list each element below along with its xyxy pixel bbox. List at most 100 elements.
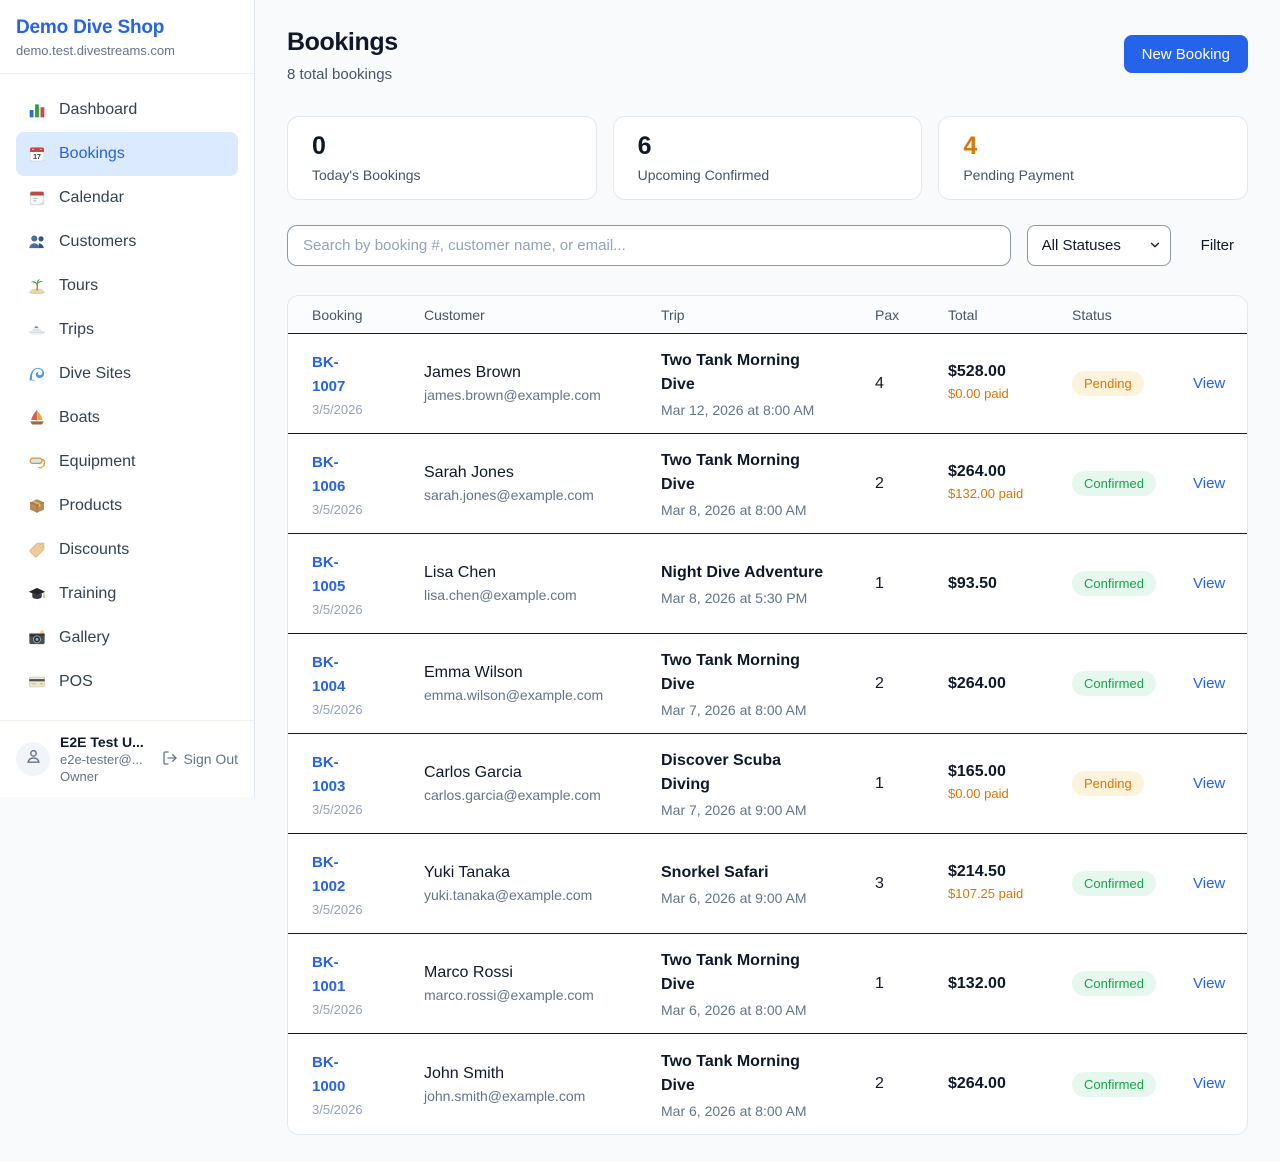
column-header-pax: Pax (875, 307, 948, 323)
table-body: BK-1007 3/5/2026 James Brown james.brown… (288, 334, 1247, 1134)
view-cell: View (1193, 1075, 1225, 1093)
status-badge: Confirmed (1072, 871, 1156, 896)
customer-cell: Lisa Chen lisa.chen@example.com (424, 564, 661, 603)
view-cell: View (1193, 475, 1225, 493)
sidebar-item-bookings[interactable]: 17 Bookings (16, 132, 238, 176)
sidebar-item-discounts[interactable]: Discounts (16, 528, 238, 572)
sidebar-nav: Dashboard 17 Bookings Calendar Customers… (0, 74, 254, 720)
trip-name: Two Tank Morning Dive (661, 649, 829, 697)
total-amount: $165.00 (948, 763, 1072, 781)
page-title: Bookings (287, 28, 398, 57)
trip-cell: Two Tank Morning Dive Mar 6, 2026 at 8:0… (661, 949, 875, 1018)
status-filter-select[interactable]: All Statuses (1027, 225, 1171, 266)
booking-id-link[interactable]: BK-1003 (312, 751, 366, 799)
camera-flash-icon (28, 629, 46, 647)
sidebar-item-equipment[interactable]: Equipment (16, 440, 238, 484)
total-cell: $264.00 (948, 675, 1072, 693)
calendar-date-icon: 17 (28, 145, 46, 163)
sidebar-item-label: Dive Sites (59, 362, 131, 386)
booking-date: 3/5/2026 (312, 602, 424, 617)
trip-datetime: Mar 7, 2026 at 8:00 AM (661, 702, 875, 718)
sailboat-icon (28, 409, 46, 427)
sidebar-item-boats[interactable]: Boats (16, 396, 238, 440)
view-link[interactable]: View (1193, 475, 1225, 492)
booking-id-link[interactable]: BK-1006 (312, 451, 366, 499)
table-row: BK-1001 3/5/2026 Marco Rossi marco.rossi… (288, 934, 1247, 1034)
user-info: E2E Test U... e2e-tester@... Owner (60, 734, 152, 784)
view-cell: View (1193, 575, 1225, 593)
sidebar-item-label: POS (59, 670, 93, 694)
pax-count: 1 (875, 975, 948, 993)
sidebar-item-pos[interactable]: POS (16, 660, 238, 704)
booking-date: 3/5/2026 (312, 502, 424, 517)
dive-mask-icon (28, 453, 46, 471)
trip-name: Two Tank Morning Dive (661, 949, 829, 997)
sidebar-item-products[interactable]: Products (16, 484, 238, 528)
tag-icon (28, 541, 46, 559)
customer-email: emma.wilson@example.com (424, 687, 661, 703)
total-cell: $132.00 (948, 975, 1072, 993)
booking-date: 3/5/2026 (312, 1102, 424, 1117)
sidebar-user-footer: E2E Test U... e2e-tester@... Owner Sign … (0, 720, 254, 797)
booking-id-link[interactable]: BK-1004 (312, 651, 366, 699)
pax-count: 2 (875, 1075, 948, 1093)
status-badge: Pending (1072, 371, 1144, 396)
sign-out-label: Sign Out (184, 751, 238, 767)
trip-cell: Discover Scuba Diving Mar 7, 2026 at 9:0… (661, 749, 875, 818)
sidebar-item-customers[interactable]: Customers (16, 220, 238, 264)
paid-amount: $0.00 paid (948, 785, 1028, 804)
booking-id-link[interactable]: BK-1007 (312, 351, 366, 399)
customer-cell: Carlos Garcia carlos.garcia@example.com (424, 764, 661, 803)
sidebar-item-label: Equipment (59, 450, 136, 474)
sidebar-item-tours[interactable]: Tours (16, 264, 238, 308)
stat-value: 6 (638, 133, 898, 161)
customer-email: carlos.garcia@example.com (424, 787, 661, 803)
sidebar-item-label: Trips (59, 318, 94, 342)
view-link[interactable]: View (1193, 575, 1225, 592)
trip-name: Two Tank Morning Dive (661, 1050, 829, 1098)
trip-datetime: Mar 6, 2026 at 8:00 AM (661, 1103, 875, 1119)
view-link[interactable]: View (1193, 375, 1225, 392)
view-link[interactable]: View (1193, 975, 1225, 992)
booking-id-link[interactable]: BK-1002 (312, 851, 366, 899)
view-link[interactable]: View (1193, 775, 1225, 792)
booking-id-link[interactable]: BK-1001 (312, 951, 366, 999)
search-input[interactable] (287, 225, 1011, 266)
view-link[interactable]: View (1193, 875, 1225, 892)
sidebar-item-dashboard[interactable]: Dashboard (16, 88, 238, 132)
sign-out-button[interactable]: Sign Out (162, 750, 238, 769)
pax-count: 2 (875, 475, 948, 493)
stat-card-todays-bookings: 0 Today's Bookings (287, 116, 597, 200)
sidebar-item-trips[interactable]: Trips (16, 308, 238, 352)
sidebar-item-training[interactable]: Training (16, 572, 238, 616)
user-icon (24, 747, 43, 771)
booking-cell: BK-1005 3/5/2026 (312, 551, 424, 617)
customer-cell: James Brown james.brown@example.com (424, 364, 661, 403)
customer-name: James Brown (424, 364, 661, 382)
status-cell: Confirmed (1072, 971, 1193, 996)
booking-date: 3/5/2026 (312, 702, 424, 717)
booking-id-link[interactable]: BK-1000 (312, 1051, 366, 1099)
app-root: Demo Dive Shop demo.test.divestreams.com… (0, 0, 1280, 1135)
total-amount: $132.00 (948, 975, 1072, 993)
speedboat-icon (28, 321, 46, 339)
sidebar-item-gallery[interactable]: Gallery (16, 616, 238, 660)
booking-date: 3/5/2026 (312, 1002, 424, 1017)
sidebar-item-dive-sites[interactable]: Dive Sites (16, 352, 238, 396)
calendar-icon (28, 189, 46, 207)
new-booking-button[interactable]: New Booking (1124, 35, 1248, 73)
stat-label: Pending Payment (963, 167, 1223, 183)
view-link[interactable]: View (1193, 1075, 1225, 1092)
table-row: BK-1007 3/5/2026 James Brown james.brown… (288, 334, 1247, 434)
view-link[interactable]: View (1193, 675, 1225, 692)
island-icon (28, 277, 46, 295)
customer-cell: Marco Rossi marco.rossi@example.com (424, 964, 661, 1003)
trip-name: Discover Scuba Diving (661, 749, 829, 797)
filter-button[interactable]: Filter (1187, 237, 1248, 254)
trip-cell: Two Tank Morning Dive Mar 7, 2026 at 8:0… (661, 649, 875, 718)
column-header-customer: Customer (424, 307, 661, 323)
sidebar-item-calendar[interactable]: Calendar (16, 176, 238, 220)
booking-id-link[interactable]: BK-1005 (312, 551, 366, 599)
trip-cell: Snorkel Safari Mar 6, 2026 at 9:00 AM (661, 861, 875, 906)
trip-cell: Night Dive Adventure Mar 8, 2026 at 5:30… (661, 561, 875, 606)
